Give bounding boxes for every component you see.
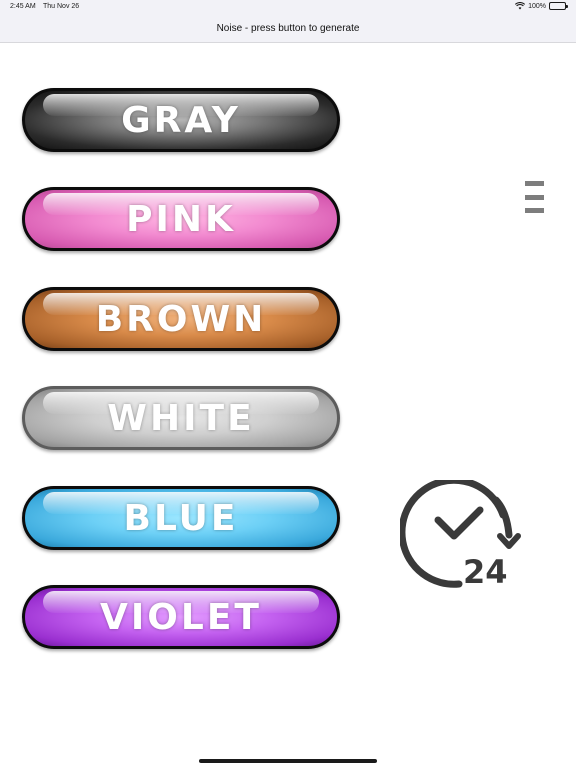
hamburger-menu-icon[interactable] bbox=[525, 181, 544, 213]
menu-bar-bottom bbox=[525, 208, 544, 213]
timer-hours-label: 24 bbox=[463, 553, 508, 590]
status-date: Thu Nov 26 bbox=[43, 3, 80, 10]
page-title: Noise - press button to generate bbox=[216, 22, 360, 34]
white-noise-button[interactable]: WHITE bbox=[22, 386, 340, 450]
battery-percentage: 100% bbox=[528, 2, 546, 10]
brown-noise-label: BROWN bbox=[95, 298, 267, 340]
brown-noise-button[interactable]: BROWN bbox=[22, 287, 340, 351]
gray-noise-button[interactable]: GRAY bbox=[22, 88, 340, 152]
navigation-bar: Noise - press button to generate bbox=[0, 14, 576, 43]
gray-noise-label: GRAY bbox=[121, 99, 241, 141]
blue-noise-label: BLUE bbox=[123, 497, 239, 539]
white-noise-label: WHITE bbox=[107, 397, 255, 439]
menu-bar-middle bbox=[525, 194, 544, 200]
menu-bar-top bbox=[525, 181, 544, 186]
status-bar: 2:45 AM Thu Nov 26 100% bbox=[0, 0, 576, 14]
pink-noise-button[interactable]: PINK bbox=[22, 187, 340, 251]
pink-noise-label: PINK bbox=[126, 198, 236, 240]
violet-noise-label: VIOLET bbox=[100, 596, 262, 638]
blue-noise-button[interactable]: BLUE bbox=[22, 486, 340, 550]
status-time: 2:45 AM bbox=[10, 3, 36, 10]
home-indicator bbox=[199, 759, 377, 763]
battery-icon bbox=[549, 2, 568, 10]
clock-24-timer-icon[interactable]: 24 bbox=[400, 480, 522, 590]
violet-noise-button[interactable]: VIOLET bbox=[22, 585, 340, 649]
status-indicators: 100% bbox=[515, 2, 568, 10]
wifi-icon bbox=[515, 2, 526, 10]
